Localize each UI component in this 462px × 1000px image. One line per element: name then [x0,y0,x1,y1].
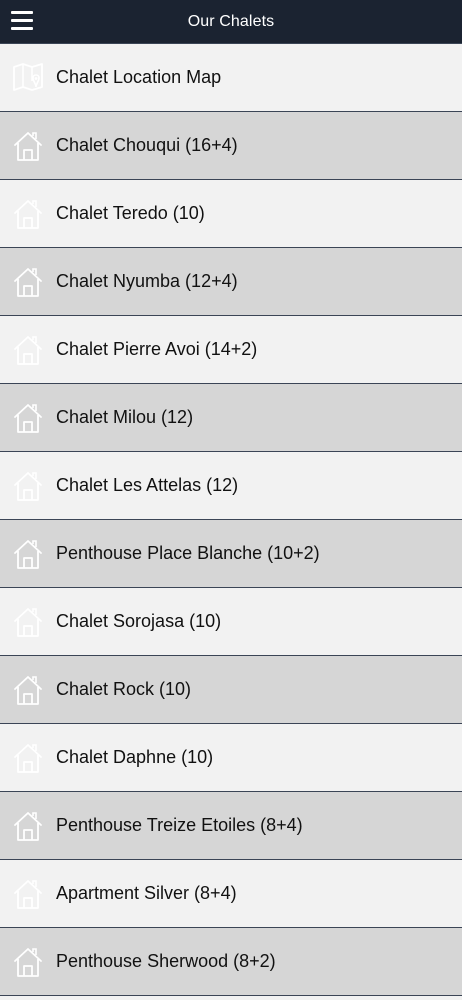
list-item[interactable]: Penthouse Place Blanche (10+2) [0,520,462,588]
house-icon [0,724,56,792]
app-screen: Our Chalets Chalet Location Map Chalet Ch… [0,0,462,1000]
house-icon [0,860,56,928]
list-item-label: Chalet Pierre Avoi (14+2) [56,339,258,359]
house-icon [0,792,56,860]
top-bar: Our Chalets [0,0,462,44]
list-item-label: Penthouse Place Blanche (10+2) [56,543,320,563]
list-item-label: Chalet Daphne (10) [56,747,214,767]
list-item-label: Penthouse Sherwood (8+2) [56,951,276,971]
house-icon [0,520,56,588]
house-icon [0,180,56,248]
list-item[interactable]: Chalet Les Attelas (12) [0,452,462,520]
page-title: Our Chalets [187,12,275,30]
list-item[interactable]: Chalet Nyumba (12+4) [0,248,462,316]
list-item-label: Chalet Rock (10) [56,679,192,699]
list-item-label: Chalet Les Attelas (12) [56,475,239,495]
house-icon [0,316,56,384]
house-icon [0,384,56,452]
list-item[interactable]: Chalet Rock (10) [0,656,462,724]
house-icon [0,588,56,656]
list-item-label: Chalet Milou (12) [56,407,194,427]
list-item[interactable]: Chalet Teredo (10) [0,180,462,248]
list-item[interactable]: Chalet Chouqui (16+4) [0,112,462,180]
list-item[interactable]: Penthouse Treize Etoiles (8+4) [0,792,462,860]
list-item[interactable]: Chalet Sorojasa (10) [0,588,462,656]
list-item-label: Chalet Location Map [56,67,222,87]
list-item[interactable]: Chalet Pierre Avoi (14+2) [0,316,462,384]
list-item-label: Apartment Silver (8+4) [56,883,237,903]
list-item[interactable]: Apartment Silver (8+4) [0,860,462,928]
list-item[interactable]: Chalet Daphne (10) [0,724,462,792]
map-pin-icon [0,44,56,112]
list-item-label: Penthouse Treize Etoiles (8+4) [56,815,303,835]
house-icon [0,248,56,316]
list-item-label: Chalet Sorojasa (10) [56,611,222,631]
house-icon [0,656,56,724]
house-icon [0,452,56,520]
list-item[interactable]: Chalet Location Map [0,44,462,112]
list-item-label: Chalet Chouqui (16+4) [56,135,238,155]
hamburger-menu-icon[interactable] [11,11,33,31]
house-icon [0,112,56,180]
house-icon [0,928,56,996]
list-item-label: Chalet Teredo (10) [56,203,205,223]
list-item[interactable]: Penthouse Sherwood (8+2) [0,928,462,996]
list-item[interactable]: Chalet Milou (12) [0,384,462,452]
list-item-label: Chalet Nyumba (12+4) [56,271,238,291]
chalet-list: Chalet Location Map Chalet Chouqui (16+4)… [0,44,462,996]
